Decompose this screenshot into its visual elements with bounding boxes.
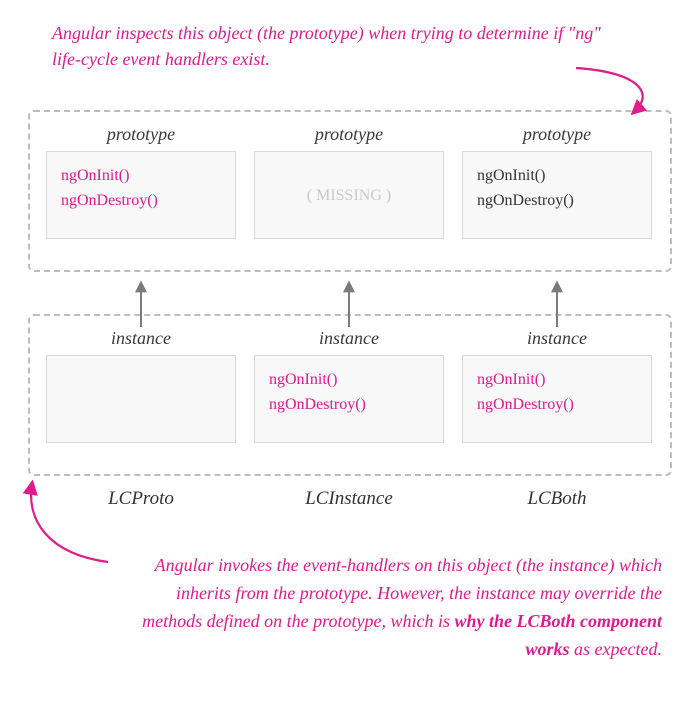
instance-cell-lcinstance: instance ngOnInit() ngOnDestroy() — [254, 328, 444, 443]
hook-ngondestroy: ngOnDestroy() — [477, 393, 637, 418]
instance-box-lcboth: ngOnInit() ngOnDestroy() — [462, 355, 652, 443]
hook-ngoninit: ngOnInit() — [477, 368, 637, 393]
instance-cell-lcproto: instance — [46, 328, 236, 443]
proto-title: prototype — [46, 124, 236, 145]
hook-ngoninit: ngOnInit() — [61, 164, 221, 189]
instance-title: instance — [254, 328, 444, 349]
proto-cell-lcinstance: prototype ( MISSING ) — [254, 124, 444, 239]
instance-box-lcproto — [46, 355, 236, 443]
column-label-lcboth: LCBoth — [462, 488, 652, 510]
instance-title: instance — [46, 328, 236, 349]
missing-label: ( MISSING ) — [269, 184, 429, 209]
instance-box-lcinstance: ngOnInit() ngOnDestroy() — [254, 355, 444, 443]
hook-ngondestroy: ngOnDestroy() — [477, 189, 637, 214]
proto-title: prototype — [254, 124, 444, 145]
proto-box-lcproto: ngOnInit() ngOnDestroy() — [46, 151, 236, 239]
instance-title: instance — [462, 328, 652, 349]
annotation-bottom-post: as expected. — [570, 639, 662, 659]
hook-ngoninit: ngOnInit() — [269, 368, 429, 393]
hook-ngoninit: ngOnInit() — [477, 164, 637, 189]
instance-cell-lcboth: instance ngOnInit() ngOnDestroy() — [462, 328, 652, 443]
column-label-lcproto: LCProto — [46, 488, 236, 510]
column-label-lcinstance: LCInstance — [254, 488, 444, 510]
arrow-annotation-top — [576, 68, 643, 112]
hook-ngondestroy: ngOnDestroy() — [269, 393, 429, 418]
annotation-top: Angular inspects this object (the protot… — [52, 20, 612, 72]
proto-box-lcinstance: ( MISSING ) — [254, 151, 444, 239]
diagram-canvas: Angular inspects this object (the protot… — [0, 0, 700, 705]
annotation-bottom: Angular invokes the event-handlers on th… — [112, 552, 662, 664]
proto-box-lcboth: ngOnInit() ngOnDestroy() — [462, 151, 652, 239]
proto-title: prototype — [462, 124, 652, 145]
proto-cell-lcproto: prototype ngOnInit() ngOnDestroy() — [46, 124, 236, 239]
hook-ngondestroy: ngOnDestroy() — [61, 189, 221, 214]
proto-cell-lcboth: prototype ngOnInit() ngOnDestroy() — [462, 124, 652, 239]
